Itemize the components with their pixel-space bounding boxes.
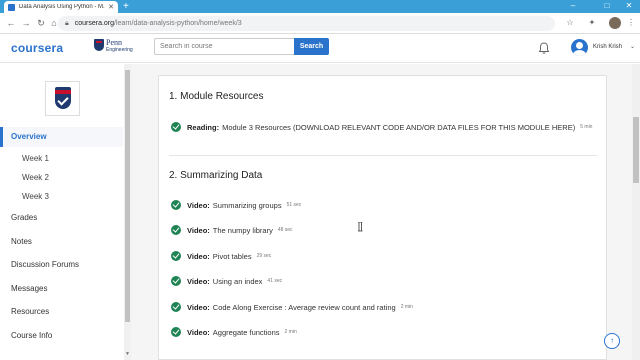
item-type: Video:: [187, 302, 210, 312]
user-avatar[interactable]: [571, 39, 588, 56]
list-item[interactable]: Video: Using an index 41 sec: [171, 275, 282, 287]
sidebar-item-week-3[interactable]: Week 3: [22, 192, 49, 201]
item-title[interactable]: The numpy library: [213, 226, 273, 235]
star-icon[interactable]: ☆: [565, 18, 575, 28]
item-type: Video:: [187, 225, 210, 235]
item-title[interactable]: Using an index: [213, 277, 263, 286]
item-duration: 2 min: [284, 329, 297, 335]
list-item[interactable]: Video: Aggregate functions 2 min: [171, 326, 297, 338]
course-search-input[interactable]: [154, 38, 295, 55]
forward-icon[interactable]: →: [20, 17, 32, 29]
back-to-top-icon[interactable]: ↑: [604, 333, 620, 349]
new-tab-icon[interactable]: +: [123, 1, 129, 12]
browser-tab[interactable]: Data Analysis Using Python - M... ✕: [4, 1, 118, 13]
sidebar-item-course-info[interactable]: Course Info: [11, 331, 52, 340]
lock-icon: 🔒︎: [65, 19, 69, 27]
sidebar-item-resources[interactable]: Resources: [11, 307, 49, 316]
menu-icon[interactable]: ⋮: [626, 18, 636, 28]
item-type: Video:: [187, 327, 210, 337]
notifications-bell-icon[interactable]: [537, 41, 551, 55]
address-bar[interactable]: 🔒︎ coursera.org/learn/data-analysis-pyth…: [58, 16, 555, 31]
completed-check-icon: [171, 276, 181, 286]
sidebar-item-week-2[interactable]: Week 2: [22, 173, 49, 182]
list-item[interactable]: Video: Pivot tables 29 sec: [171, 250, 271, 262]
completed-check-icon: [171, 200, 181, 210]
item-title[interactable]: Pivot tables: [213, 252, 252, 261]
item-title[interactable]: Module 3 Resources (DOWNLOAD RELEVANT CO…: [222, 123, 575, 132]
item-title[interactable]: Summarizing groups: [213, 201, 282, 210]
list-item[interactable]: Video: Summarizing groups 51 sec: [171, 199, 301, 211]
completed-check-icon: [171, 327, 181, 337]
list-item[interactable]: Video: The numpy library 48 sec: [171, 224, 293, 236]
list-item[interactable]: Video: Code Along Exercise : Average rev…: [171, 301, 413, 313]
penn-shield-icon: [94, 39, 104, 51]
sidebar-scroll-thumb[interactable]: [125, 70, 130, 322]
completed-check-icon: [171, 302, 181, 312]
partner-subtitle: Engineering: [106, 47, 133, 53]
maximize-icon[interactable]: □: [596, 0, 618, 13]
chevron-down-icon[interactable]: ⌄: [630, 43, 635, 50]
mouse-cursor-icon: [358, 222, 363, 232]
sidebar-item-notes[interactable]: Notes: [11, 237, 32, 246]
minimize-icon[interactable]: –: [562, 0, 584, 13]
item-title[interactable]: Aggregate functions: [213, 328, 280, 337]
browser-profile-avatar[interactable]: [609, 17, 621, 29]
sidebar-item-discussion-forums[interactable]: Discussion Forums: [11, 260, 79, 269]
item-title[interactable]: Code Along Exercise : Average review cou…: [213, 303, 396, 312]
section-divider: [169, 155, 597, 156]
item-duration: 41 sec: [267, 278, 283, 284]
sidebar-item-messages[interactable]: Messages: [11, 284, 47, 293]
item-type: Video:: [187, 200, 210, 210]
page-scroll-thumb[interactable]: [633, 117, 639, 183]
item-duration: 2 min: [400, 304, 413, 310]
back-icon[interactable]: ←: [5, 17, 17, 29]
item-duration: 48 sec: [277, 227, 293, 233]
item-duration: 5 min: [580, 124, 593, 130]
course-logo: [45, 81, 80, 116]
week-content-card: [158, 75, 607, 360]
sidebar-item-week-1[interactable]: Week 1: [22, 154, 49, 163]
list-item[interactable]: Reading: Module 3 Resources (DOWNLOAD RE…: [171, 121, 592, 133]
tab-title: Data Analysis Using Python - M...: [19, 4, 106, 10]
close-window-icon[interactable]: ✕: [618, 0, 640, 13]
url-text: coursera.org/learn/data-analysis-python/…: [74, 20, 242, 27]
completed-check-icon: [171, 225, 181, 235]
item-type: Video:: [187, 276, 210, 286]
search-button[interactable]: Search: [294, 38, 329, 55]
item-duration: 51 sec: [286, 202, 302, 208]
penn-engineering-logo[interactable]: Penn Engineering: [94, 38, 138, 58]
completed-check-icon: [171, 122, 181, 132]
extensions-icon[interactable]: ✦: [587, 18, 597, 28]
reload-icon[interactable]: ↻: [35, 17, 47, 29]
section-title: 2. Summarizing Data: [169, 170, 263, 181]
sidebar-item-grades[interactable]: Grades: [11, 213, 37, 222]
item-type: Reading:: [187, 122, 220, 132]
coursera-logo[interactable]: coursera: [11, 41, 63, 55]
page-scrollbar[interactable]: [632, 64, 640, 360]
section-title: 1. Module Resources: [169, 91, 264, 102]
partner-name: Penn: [106, 38, 122, 47]
item-type: Video:: [187, 251, 210, 261]
user-name[interactable]: Krish Krish: [593, 44, 622, 50]
scroll-down-arrow-icon[interactable]: ▼: [124, 351, 131, 358]
completed-check-icon: [171, 251, 181, 261]
item-duration: 29 sec: [256, 253, 272, 259]
tab-close-icon[interactable]: ✕: [108, 3, 114, 11]
sidebar-item-label[interactable]: Overview: [11, 132, 47, 141]
coursera-favicon-icon: [8, 3, 15, 11]
